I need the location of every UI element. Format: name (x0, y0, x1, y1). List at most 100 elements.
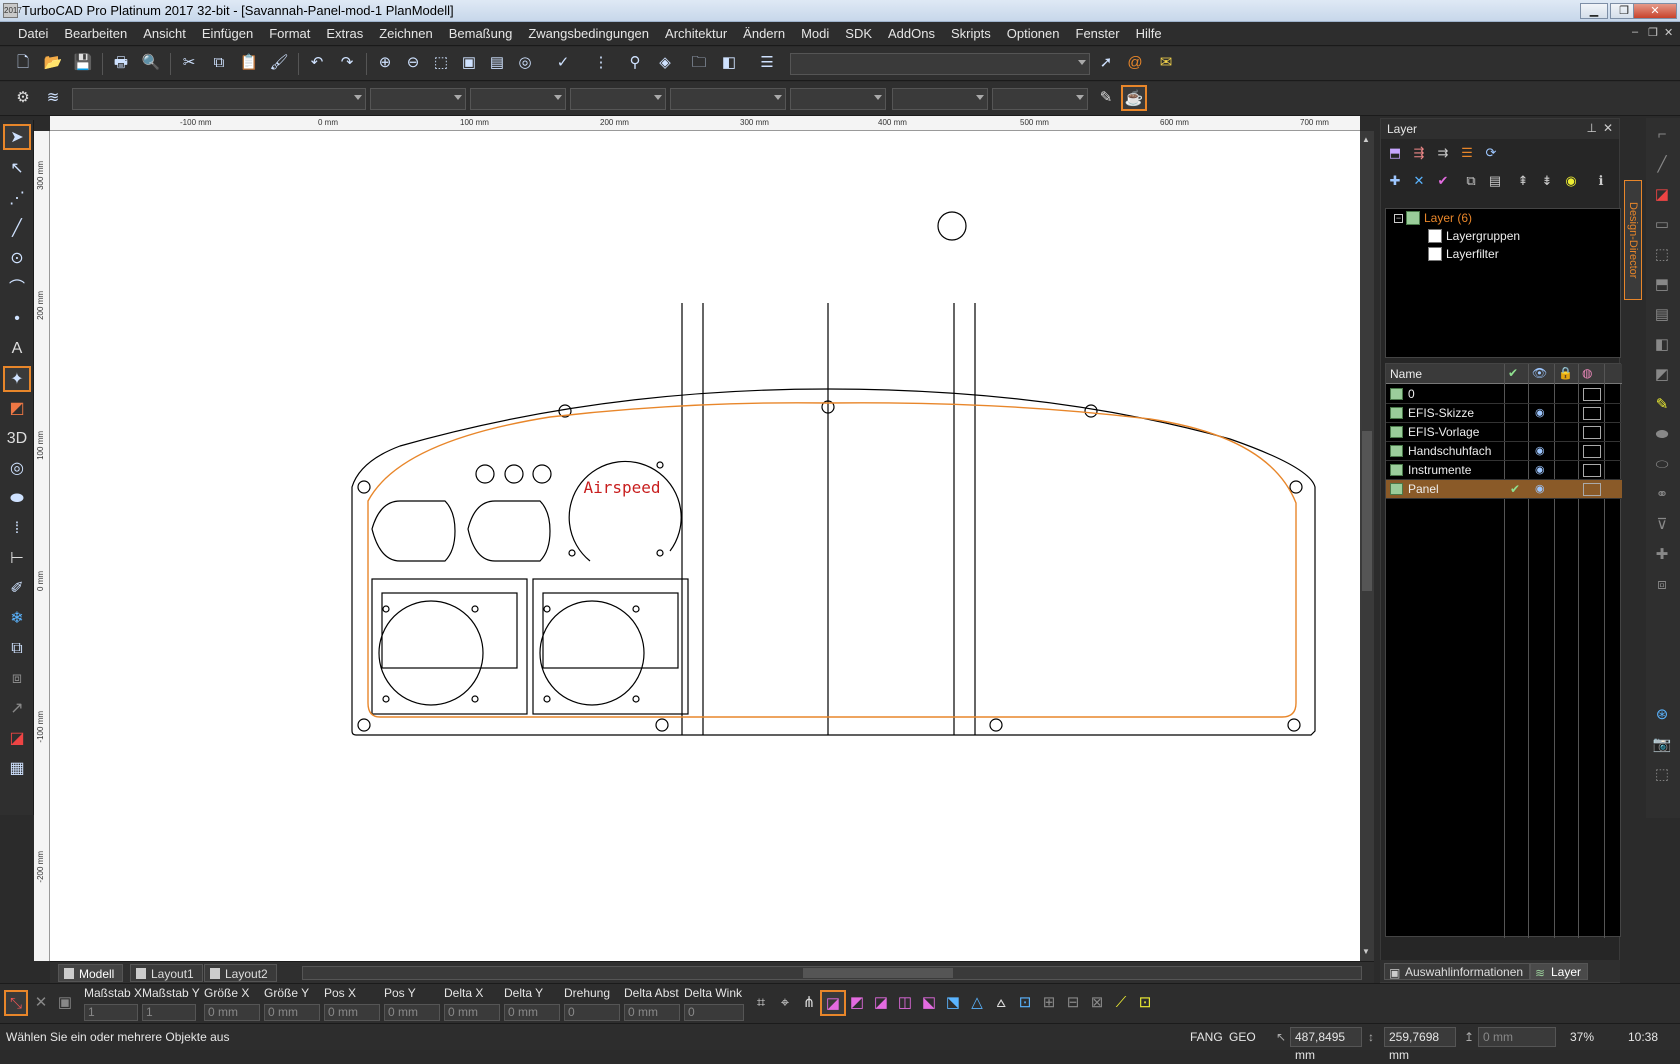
rt-tool-15-icon[interactable]: ✚ (1649, 542, 1675, 568)
rt-tool-14-icon[interactable]: ⊽ (1649, 512, 1675, 538)
menu-optionen[interactable]: Optionen (999, 22, 1068, 46)
brush-combo[interactable] (790, 88, 886, 110)
menu-datei[interactable]: Datei (10, 22, 56, 46)
design-director-tab[interactable]: Design-Director (1624, 180, 1642, 300)
layer-row[interactable]: Instrumente ◉ (1386, 461, 1622, 480)
new-file-icon[interactable]: 🗋 (10, 50, 36, 76)
layer-color-swatch[interactable] (1583, 483, 1601, 496)
prop-input[interactable]: 0 mm (504, 1004, 560, 1021)
prop-input[interactable]: 0 mm (384, 1004, 440, 1021)
prop-input[interactable]: 0 (684, 1004, 744, 1021)
snowflake-icon[interactable]: ❄ (3, 606, 31, 632)
zoom-out-icon[interactable]: ⊖ (400, 50, 426, 76)
properties-icon[interactable]: ☰ (754, 50, 780, 76)
rt-tool-9-icon[interactable]: ◩ (1649, 362, 1675, 388)
drawing-canvas[interactable]: Airspeed (50, 131, 1360, 961)
dimension-icon[interactable]: ⊢ (3, 546, 31, 572)
rt-tool-5-icon[interactable]: ⬚ (1649, 242, 1675, 268)
camera-icon[interactable]: 📷 (1649, 732, 1675, 758)
layer-color-swatch[interactable] (1583, 445, 1601, 458)
snap-icon-8[interactable]: ⬕ (916, 990, 942, 1016)
save-icon[interactable]: 💾 (70, 50, 96, 76)
geo-toggle[interactable]: GEO (1229, 1030, 1256, 1044)
move-icon[interactable]: ↗ (3, 696, 31, 722)
panel-orange-outline[interactable] (367, 402, 1297, 718)
rt-tool-4-icon[interactable]: ▭ (1649, 212, 1675, 238)
panel-outline[interactable] (351, 388, 1316, 736)
linestyle-combo[interactable] (470, 88, 566, 110)
torus-icon[interactable]: ◎ (3, 456, 31, 482)
snap-icon-12[interactable]: ⊡ (1012, 990, 1038, 1016)
teacup-icon[interactable]: ☕ (1121, 85, 1147, 111)
grid-icon[interactable]: ⋮ (588, 50, 614, 76)
zoom-extents-icon[interactable]: ▣ (456, 50, 482, 76)
x-coordinate[interactable]: 487,8495 mm (1290, 1027, 1362, 1062)
zoom-in-icon[interactable]: ⊕ (372, 50, 398, 76)
menu-architektur[interactable]: Architektur (657, 22, 735, 46)
layer-state-icon[interactable]: ☰ (1457, 143, 1477, 163)
mounting-hole-top[interactable] (937, 211, 967, 241)
column-color-icon[interactable]: ◍ (1582, 366, 1592, 380)
3d-icon[interactable]: 3D (3, 426, 31, 452)
paste-icon[interactable]: 📋 (236, 50, 262, 76)
snap-icon-7[interactable]: ◫ (892, 990, 918, 1016)
scale-combo[interactable] (992, 88, 1088, 110)
mail-icon[interactable]: ✉ (1153, 50, 1179, 76)
menu-zeichnen[interactable]: Zeichnen (371, 22, 440, 46)
copy-icon[interactable]: ⧉ (206, 50, 232, 76)
cancel-icon[interactable]: ✕ (30, 990, 52, 1016)
minimize-button[interactable]: ▁ (1580, 3, 1608, 19)
rt-tool-2-icon[interactable]: ╱ (1649, 152, 1675, 178)
visible-eye-icon[interactable]: ◉ (1535, 444, 1545, 457)
layer-filter-icon[interactable]: ⇉ (1433, 143, 1453, 163)
layer-combo[interactable] (72, 88, 366, 110)
prop-input[interactable]: 0 mm (624, 1004, 680, 1021)
prop-input[interactable]: 0 mm (444, 1004, 500, 1021)
tab-modell[interactable]: Modell (58, 964, 124, 982)
y-coordinate[interactable]: 259,7698 mm (1384, 1027, 1456, 1062)
layer-group-icon[interactable]: ⇶ (1409, 143, 1429, 163)
address-book-icon[interactable]: @ (1122, 50, 1148, 76)
insert-icon[interactable]: ◪ (3, 726, 31, 752)
menu-format[interactable]: Format (261, 22, 318, 46)
pen-combo[interactable] (670, 88, 786, 110)
rt-tool-3-icon[interactable]: ◪ (1649, 182, 1675, 208)
snap-icon-5[interactable]: ◩ (844, 990, 870, 1016)
rt-tool-6-icon[interactable]: ⬒ (1649, 272, 1675, 298)
tab-layer[interactable]: ≋ Layer (1530, 963, 1589, 980)
linewidth-combo[interactable] (570, 88, 666, 110)
new-layer-icon[interactable]: ⬒ (1385, 143, 1405, 163)
close-button[interactable]: ✕ (1633, 3, 1677, 19)
layer-copy-icon[interactable]: ⧉ (1461, 171, 1481, 191)
layers-icon[interactable]: ◧ (716, 50, 742, 76)
snap-icon-16[interactable]: ⟋ (1108, 990, 1134, 1016)
snap-icon-13[interactable]: ⊞ (1036, 990, 1062, 1016)
snap-icon-15[interactable]: ⊠ (1084, 990, 1110, 1016)
layer-row[interactable]: EFIS-Skizze ◉ (1386, 404, 1622, 423)
select-mode-icon[interactable]: ⤡ (4, 990, 28, 1016)
menu-einfügen[interactable]: Einfügen (194, 22, 261, 46)
format-painter-icon[interactable]: 🖌 (266, 50, 292, 76)
rt-tool-13-icon[interactable]: ⚭ (1649, 482, 1675, 508)
undo-icon[interactable]: ↶ (304, 50, 330, 76)
layer-row[interactable]: EFIS-Vorlage (1386, 423, 1622, 442)
block-icon[interactable]: ▦ (3, 756, 31, 782)
color-combo[interactable] (370, 88, 466, 110)
circle-icon[interactable]: ⊙ (3, 246, 31, 272)
line-icon[interactable]: ╱ (3, 216, 31, 242)
prop-input[interactable]: 1 (84, 1004, 138, 1021)
menu-bemaßung[interactable]: Bemaßung (441, 22, 521, 46)
layer-row[interactable]: Handschuhfach ◉ (1386, 442, 1622, 461)
point-icon[interactable]: • (3, 306, 31, 332)
tree-item-layergruppen[interactable]: Layergruppen (1428, 229, 1520, 243)
fang-toggle[interactable]: FANG (1190, 1030, 1223, 1044)
eraser-icon[interactable]: ◈ (652, 50, 678, 76)
open-folder-icon[interactable]: 📂 (40, 50, 66, 76)
layer-color-swatch[interactable] (1583, 407, 1601, 420)
rt-tool-10-icon[interactable]: ✎ (1649, 392, 1675, 418)
snap-icon-4[interactable]: ◪ (820, 990, 846, 1016)
zoom-window-icon[interactable]: ⬚ (428, 50, 454, 76)
snap-icon-9[interactable]: ⬔ (940, 990, 966, 1016)
tree-root-layers[interactable]: Layer (6) (1406, 211, 1472, 225)
layer-props-icon[interactable]: ≋ (40, 85, 66, 111)
